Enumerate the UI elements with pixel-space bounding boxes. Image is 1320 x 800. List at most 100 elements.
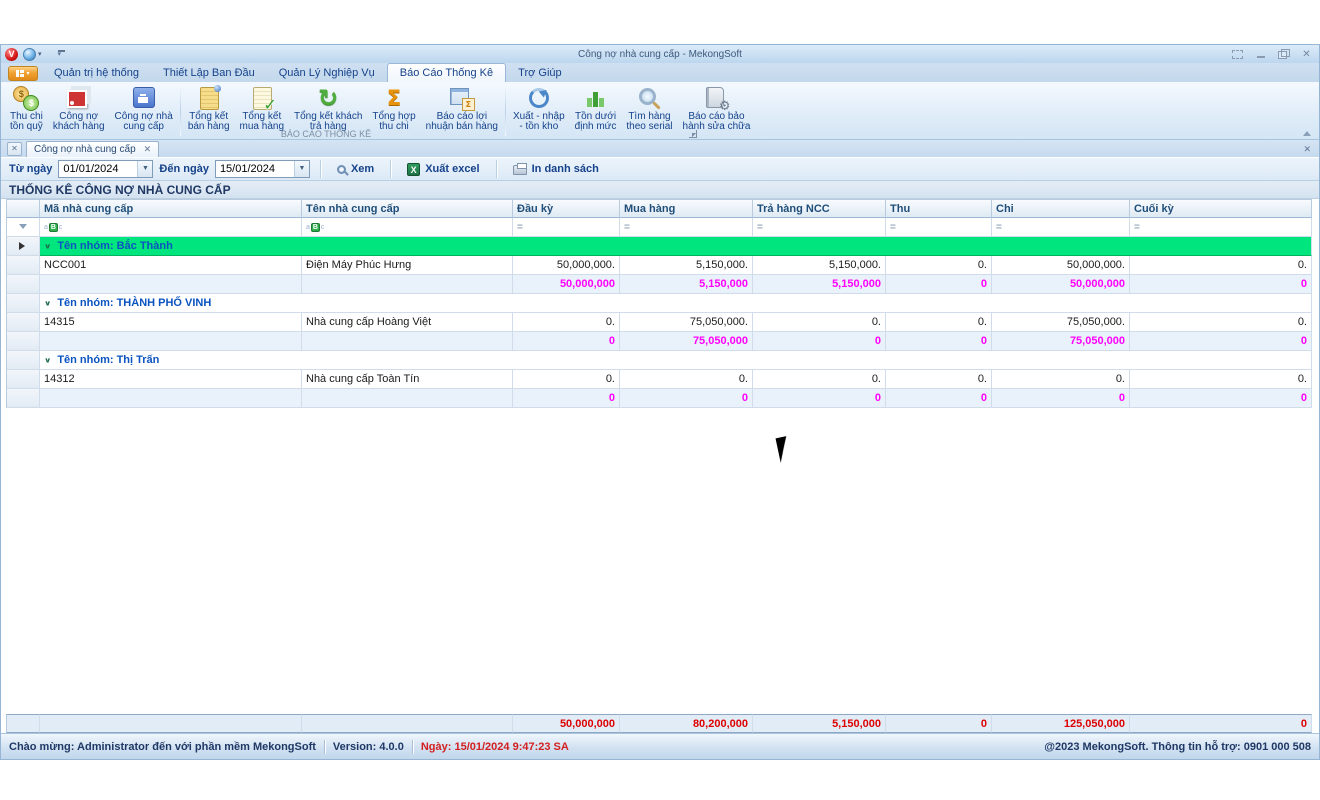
- column-header-1[interactable]: Mã nhà cung cấp: [40, 199, 302, 218]
- ribbon-button-serial-search[interactable]: Tìm hàngtheo serial: [621, 84, 677, 132]
- filter-cell-7[interactable]: =: [992, 218, 1130, 237]
- cell-2[interactable]: Nhà cung cấp Toàn Tín: [302, 370, 513, 389]
- application-menu-button[interactable]: ▾: [8, 66, 38, 81]
- group-header-cell[interactable]: ∨Tên nhóm: Thị Trấn: [40, 351, 1312, 370]
- to-date-dropdown-icon[interactable]: ▼: [294, 161, 309, 177]
- close-icon[interactable]: ✕: [1298, 48, 1315, 61]
- ribbon-button-income-expense[interactable]: Tổng hợpthu chi: [367, 84, 420, 132]
- export-excel-button[interactable]: X Xuất excel: [401, 161, 485, 178]
- menu-tab-3[interactable]: Quản Lý Nghiệp Vụ: [267, 64, 387, 82]
- grand-total-value: 5,150,000: [753, 714, 886, 733]
- table-row[interactable]: NCC001Điện Máy Phúc Hưng50,000,000.5,150…: [6, 256, 1311, 275]
- dialog-launcher-icon[interactable]: [689, 130, 697, 138]
- supplier-debt-icon: [129, 85, 159, 111]
- ribbon-button-low-stock[interactable]: Tồn dướiđịnh mức: [570, 84, 622, 132]
- collapse-group-icon[interactable]: ∨: [44, 299, 51, 308]
- group-row[interactable]: ∨Tên nhóm: Thị Trấn: [6, 351, 1311, 370]
- ribbon-button-warranty-report[interactable]: Báo cáo bảohành sửa chữa: [678, 84, 756, 132]
- current-row-arrow-icon: [19, 242, 29, 250]
- group-header-cell[interactable]: ∨Tên nhóm: THÀNH PHỐ VINH: [40, 294, 1312, 313]
- tab-cong-no-nha-cung-cap[interactable]: Công nợ nhà cung cấp ✕: [26, 141, 159, 157]
- cell-5[interactable]: 0.: [753, 313, 886, 332]
- group-subtotal-row: 50,000,0005,150,0005,150,000050,000,0000: [6, 275, 1311, 294]
- minimize-icon[interactable]: [1252, 48, 1269, 61]
- cell-1[interactable]: NCC001: [40, 256, 302, 275]
- filter-cell-2[interactable]: aBc: [302, 218, 513, 237]
- group-row[interactable]: ∨Tên nhóm: THÀNH PHỐ VINH: [6, 294, 1311, 313]
- coins-icon: [11, 85, 41, 111]
- print-list-button[interactable]: In danh sách: [507, 161, 605, 177]
- close-view-icon[interactable]: ✕: [1303, 144, 1311, 155]
- cell-6[interactable]: 0.: [886, 256, 992, 275]
- group-header-cell[interactable]: ∨Tên nhóm: Bắc Thành: [40, 237, 1312, 256]
- window-title: Công nợ nhà cung cấp - MekongSoft: [1, 49, 1319, 60]
- collapse-group-icon[interactable]: ∨: [44, 242, 51, 251]
- subtotal-value: 0: [992, 389, 1130, 408]
- filter-cell-5[interactable]: =: [753, 218, 886, 237]
- close-document-icon[interactable]: ✕: [7, 142, 22, 156]
- cell-7[interactable]: 0.: [992, 370, 1130, 389]
- cell-7[interactable]: 50,000,000.: [992, 256, 1130, 275]
- cell-4[interactable]: 75,050,000.: [620, 313, 753, 332]
- cell-3[interactable]: 50,000,000.: [513, 256, 620, 275]
- cell-6[interactable]: 0.: [886, 370, 992, 389]
- ribbon-button-sales-summary[interactable]: Tổng kếtbán hàng: [183, 84, 235, 132]
- column-header-3[interactable]: Đầu kỳ: [513, 199, 620, 218]
- cell-1[interactable]: 14315: [40, 313, 302, 332]
- cell-4[interactable]: 5,150,000.: [620, 256, 753, 275]
- ribbon-button-profit-report[interactable]: Báo cáo lợinhuận bán hàng: [421, 84, 503, 132]
- column-header-7[interactable]: Chi: [992, 199, 1130, 218]
- cell-3[interactable]: 0.: [513, 370, 620, 389]
- subtotal-value: 0: [1130, 389, 1312, 408]
- filter-cell-3[interactable]: =: [513, 218, 620, 237]
- cell-8[interactable]: 0.: [1130, 256, 1312, 275]
- view-button[interactable]: Xem: [331, 161, 380, 177]
- cell-2[interactable]: Nhà cung cấp Hoàng Việt: [302, 313, 513, 332]
- filter-cell-6[interactable]: =: [886, 218, 992, 237]
- filter-cell-4[interactable]: =: [620, 218, 753, 237]
- from-date-input[interactable]: 01/01/2024 ▼: [58, 160, 153, 178]
- from-date-dropdown-icon[interactable]: ▼: [137, 161, 152, 177]
- customer-debt-icon: [64, 85, 94, 111]
- menu-tab-5[interactable]: Trợ Giúp: [506, 64, 573, 82]
- cell-5[interactable]: 0.: [753, 370, 886, 389]
- ribbon-button-supplier-debt[interactable]: Công nợ nhàcung cấp: [110, 84, 178, 132]
- column-header-8[interactable]: Cuối kỳ: [1130, 199, 1312, 218]
- collapse-ribbon-icon[interactable]: [1303, 127, 1311, 136]
- cell-3[interactable]: 0.: [513, 313, 620, 332]
- ribbon-button-inventory-flow[interactable]: Xuất - nhập- tồn kho: [508, 84, 570, 132]
- filter-cell-8[interactable]: =: [1130, 218, 1312, 237]
- subtotal-empty-cell: [40, 389, 302, 408]
- cell-8[interactable]: 0.: [1130, 370, 1312, 389]
- restore-icon[interactable]: [1275, 48, 1292, 61]
- table-row[interactable]: 14315Nhà cung cấp Hoàng Việt0.75,050,000…: [6, 313, 1311, 332]
- ribbon-button-customer-returns[interactable]: Tổng kết kháchtrả hàng: [289, 84, 367, 132]
- filter-funnel-icon[interactable]: [6, 218, 40, 237]
- collapse-group-icon[interactable]: ∨: [44, 356, 51, 365]
- group-row[interactable]: ∨Tên nhóm: Bắc Thành: [6, 237, 1311, 256]
- ribbon-button-purchase-summary[interactable]: Tổng kếtmua hàng: [235, 84, 289, 132]
- cell-6[interactable]: 0.: [886, 313, 992, 332]
- cell-7[interactable]: 75,050,000.: [992, 313, 1130, 332]
- welcome-text: Chào mừng: Administrator đến với phần mề…: [9, 741, 316, 753]
- column-header-6[interactable]: Thu: [886, 199, 992, 218]
- to-date-input[interactable]: 15/01/2024 ▼: [215, 160, 310, 178]
- column-header-5[interactable]: Trả hàng NCC: [753, 199, 886, 218]
- filter-cell-1[interactable]: aBc: [40, 218, 302, 237]
- menu-tab-1[interactable]: Quản trị hệ thống: [42, 64, 151, 82]
- cell-5[interactable]: 5,150,000.: [753, 256, 886, 275]
- column-header-4[interactable]: Mua hàng: [620, 199, 753, 218]
- close-tab-icon[interactable]: ✕: [144, 144, 152, 155]
- cell-2[interactable]: Điện Máy Phúc Hưng: [302, 256, 513, 275]
- menu-tab-2[interactable]: Thiết Lập Ban Đầu: [151, 64, 267, 82]
- cell-1[interactable]: 14312: [40, 370, 302, 389]
- cell-8[interactable]: 0.: [1130, 313, 1312, 332]
- cell-4[interactable]: 0.: [620, 370, 753, 389]
- table-row[interactable]: 14312Nhà cung cấp Toàn Tín0.0.0.0.0.0.: [6, 370, 1311, 389]
- ribbon-button-customer-debt[interactable]: Công nợkhách hàng: [48, 84, 110, 132]
- menu-tab-4[interactable]: Báo Cáo Thống Kê: [387, 63, 506, 82]
- column-header-2[interactable]: Tên nhà cung cấp: [302, 199, 513, 218]
- ribbon-button-coins[interactable]: Thu chitồn quỹ: [5, 84, 48, 132]
- fit-window-icon[interactable]: [1229, 48, 1246, 61]
- subtotal-value: 75,050,000: [620, 332, 753, 351]
